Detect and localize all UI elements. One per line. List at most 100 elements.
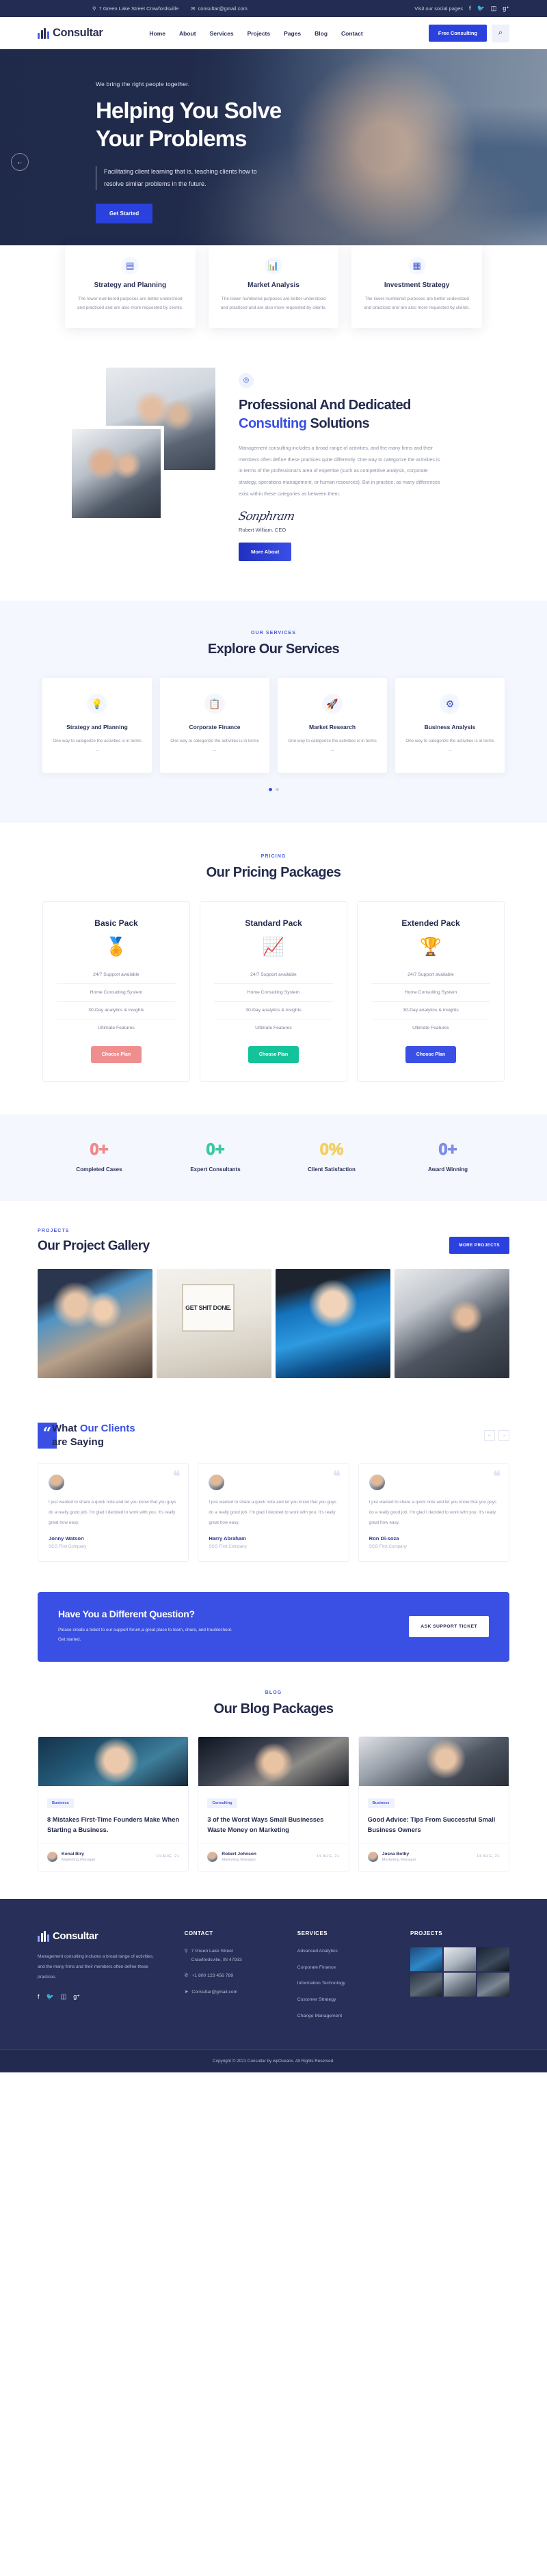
more-about-button[interactable]: More About: [239, 543, 292, 562]
free-consulting-button[interactable]: Free Consulting: [428, 25, 487, 42]
project-image-skyscraper-handshake[interactable]: [276, 1268, 390, 1378]
service-card[interactable]: 📋 Corporate Finance One way to categoriz…: [160, 678, 269, 773]
google-plus-icon[interactable]: g⁺: [503, 5, 509, 12]
blog-card[interactable]: Business Good Advice: Tips From Successf…: [358, 1736, 509, 1872]
nav-item-home[interactable]: Home: [149, 30, 165, 37]
service-card[interactable]: 🚀 Market Research One way to categorize …: [278, 678, 387, 773]
footer-logo[interactable]: Consultar: [38, 1930, 168, 1942]
envelope-icon: ✉: [191, 5, 196, 12]
choose-plan-button-basic[interactable]: Choose Plan: [90, 1045, 142, 1063]
counter-item: 0+ Award Winning: [390, 1141, 506, 1173]
ask-support-ticket-button[interactable]: ASK SUPPORT TICKET: [409, 1616, 489, 1638]
feature-card-desc: The lower-numbered purposes are better u…: [77, 297, 183, 311]
services-carousel-dots: [0, 787, 547, 791]
carousel-dot-active[interactable]: [268, 787, 272, 791]
blog-title[interactable]: Good Advice: Tips From Successful Small …: [368, 1815, 500, 1835]
instagram-icon[interactable]: ◫: [491, 5, 497, 12]
footer-service-item[interactable]: Corporate Finance: [297, 1964, 394, 1973]
facebook-icon[interactable]: f: [469, 5, 471, 12]
hero-subtitle: Facilitating client learning that is, te…: [96, 166, 267, 191]
google-plus-icon[interactable]: g⁺: [73, 1993, 80, 2001]
nav-item-blog[interactable]: Blog: [315, 30, 328, 37]
footer-contact-email[interactable]: ➤ Consultar@gmail.com: [185, 1988, 281, 1997]
nav-item-services[interactable]: Services: [210, 30, 234, 37]
blog-tag[interactable]: Consulting: [207, 1798, 237, 1808]
facebook-icon[interactable]: f: [38, 1993, 40, 2001]
footer-project-thumb[interactable]: [477, 1947, 509, 1971]
testimonial-quote: I just wanted to share a quick note and …: [49, 1500, 176, 1525]
service-card[interactable]: ⚙ Business Analysis One way to categoriz…: [395, 678, 505, 773]
project-image-support-agent[interactable]: [395, 1268, 509, 1378]
blog-section: BLOG Our Blog Packages Business 8 Mistak…: [0, 1690, 547, 1899]
blog-card[interactable]: Consulting 3 of the Worst Ways Small Bus…: [198, 1736, 349, 1872]
footer-service-link[interactable]: Change Management: [297, 2012, 342, 2021]
blog-thumbnail: [38, 1736, 189, 1786]
footer-project-thumb[interactable]: [410, 1947, 442, 1971]
feature-card-title: Strategy and Planning: [94, 282, 167, 289]
blog-author-name: Konal Biry: [62, 1851, 84, 1856]
instagram-icon[interactable]: ◫: [61, 1993, 67, 2001]
more-projects-button[interactable]: MORE PROJECTS: [449, 1236, 509, 1254]
blog-author-role: Marketing Manager: [382, 1857, 416, 1862]
feature-card[interactable]: ▦ Investment Strategy The lower-numbered…: [351, 245, 483, 328]
pricing-row: Basic Pack 🏅 24/7 Support available Home…: [0, 901, 547, 1082]
blog-tag[interactable]: Business: [367, 1798, 395, 1808]
footer-service-link[interactable]: Information Technology: [297, 1979, 345, 1988]
footer-contact-heading: CONTACT: [184, 1930, 213, 1936]
service-title: Corporate Finance: [189, 724, 241, 731]
footer-service-link[interactable]: Customer Strategy: [297, 1996, 336, 2005]
blog-author-name: Robert Johnson: [222, 1851, 256, 1856]
hero-title-line-1: Helping You Solve: [96, 98, 282, 123]
pricing-feature: 30-Day analytics & insights: [371, 1002, 490, 1019]
counter-item: 0% Client Satisfaction: [274, 1141, 390, 1173]
blog-row: Business 8 Mistakes First-Time Founders …: [0, 1736, 547, 1872]
footer-project-thumb[interactable]: [477, 1972, 509, 1997]
counter-item: 0+ Expert Consultants: [157, 1141, 274, 1173]
blog-title[interactable]: 8 Mistakes First-Time Founders Make When…: [47, 1815, 179, 1835]
testimonial-name: Jonny Watson: [49, 1535, 84, 1542]
blog-card-body: Business Good Advice: Tips From Successf…: [359, 1786, 509, 1835]
nav-item-about[interactable]: About: [179, 30, 196, 37]
blog-tag[interactable]: Business: [47, 1798, 74, 1808]
cta-banner: Have You a Different Question? Please cr…: [38, 1592, 509, 1662]
testimonials-prev-arrow-icon[interactable]: ←: [484, 1429, 495, 1441]
get-started-button[interactable]: Get Started: [96, 204, 153, 224]
twitter-icon[interactable]: 🐦: [46, 1993, 54, 2001]
feature-card[interactable]: ▤ Strategy and Planning The lower-number…: [65, 245, 196, 328]
nav-links: Home About Services Projects Pages Blog …: [149, 30, 362, 37]
feature-card[interactable]: 📊 Market Analysis The lower-numbered pur…: [208, 245, 339, 328]
nav-item-pages[interactable]: Pages: [284, 30, 301, 37]
footer-contact-address: ⚲ 7 Green Lake Street Crawfordsville, IN…: [185, 1947, 281, 1965]
footer-service-item[interactable]: Advanced Analytics: [297, 1947, 394, 1956]
counters-row: 0+ Completed Cases 0+ Expert Consultants…: [0, 1141, 547, 1173]
choose-plan-button-standard[interactable]: Choose Plan: [248, 1045, 299, 1063]
project-image-desk-poster[interactable]: GET SHIT DONE.: [157, 1268, 271, 1378]
nav-item-contact[interactable]: Contact: [341, 30, 363, 37]
footer-project-thumb[interactable]: [443, 1947, 476, 1971]
counter-label: Award Winning: [428, 1166, 468, 1173]
site-logo[interactable]: Consultar: [38, 27, 103, 40]
carousel-dot[interactable]: [275, 787, 279, 791]
project-image-handshake-meeting[interactable]: [38, 1268, 152, 1378]
choose-plan-button-extended[interactable]: Choose Plan: [405, 1045, 457, 1063]
blog-title[interactable]: 3 of the Worst Ways Small Businesses Was…: [207, 1815, 339, 1835]
testimonials-next-arrow-icon[interactable]: →: [498, 1429, 509, 1441]
footer-project-thumb[interactable]: [443, 1972, 476, 1997]
service-card[interactable]: 💡 Strategy and Planning One way to categ…: [42, 678, 152, 773]
rocket-icon: 🚀: [322, 694, 343, 715]
location-pin-icon: ⚲: [184, 1948, 188, 1954]
footer-project-thumb[interactable]: [410, 1972, 442, 1997]
footer-service-item[interactable]: Information Technology: [297, 1979, 394, 1988]
footer-service-item[interactable]: Customer Strategy: [297, 1996, 394, 2005]
blog-heading: Our Blog Packages: [213, 1701, 334, 1716]
twitter-icon[interactable]: 🐦: [477, 5, 485, 12]
top-bar-email[interactable]: ✉ consultar@gmail.com: [191, 5, 248, 12]
footer-contact-phone[interactable]: ✆ +1 800 123 456 789: [185, 1972, 281, 1981]
footer-service-link[interactable]: Advanced Analytics: [297, 1947, 338, 1956]
footer-service-item[interactable]: Change Management: [297, 2012, 394, 2021]
footer-service-link[interactable]: Corporate Finance: [297, 1964, 336, 1973]
top-bar-social-label: Visit our social pages: [414, 5, 463, 12]
blog-card[interactable]: Business 8 Mistakes First-Time Founders …: [38, 1736, 189, 1872]
search-icon[interactable]: ⌕: [492, 24, 509, 42]
nav-item-projects[interactable]: Projects: [248, 30, 271, 37]
